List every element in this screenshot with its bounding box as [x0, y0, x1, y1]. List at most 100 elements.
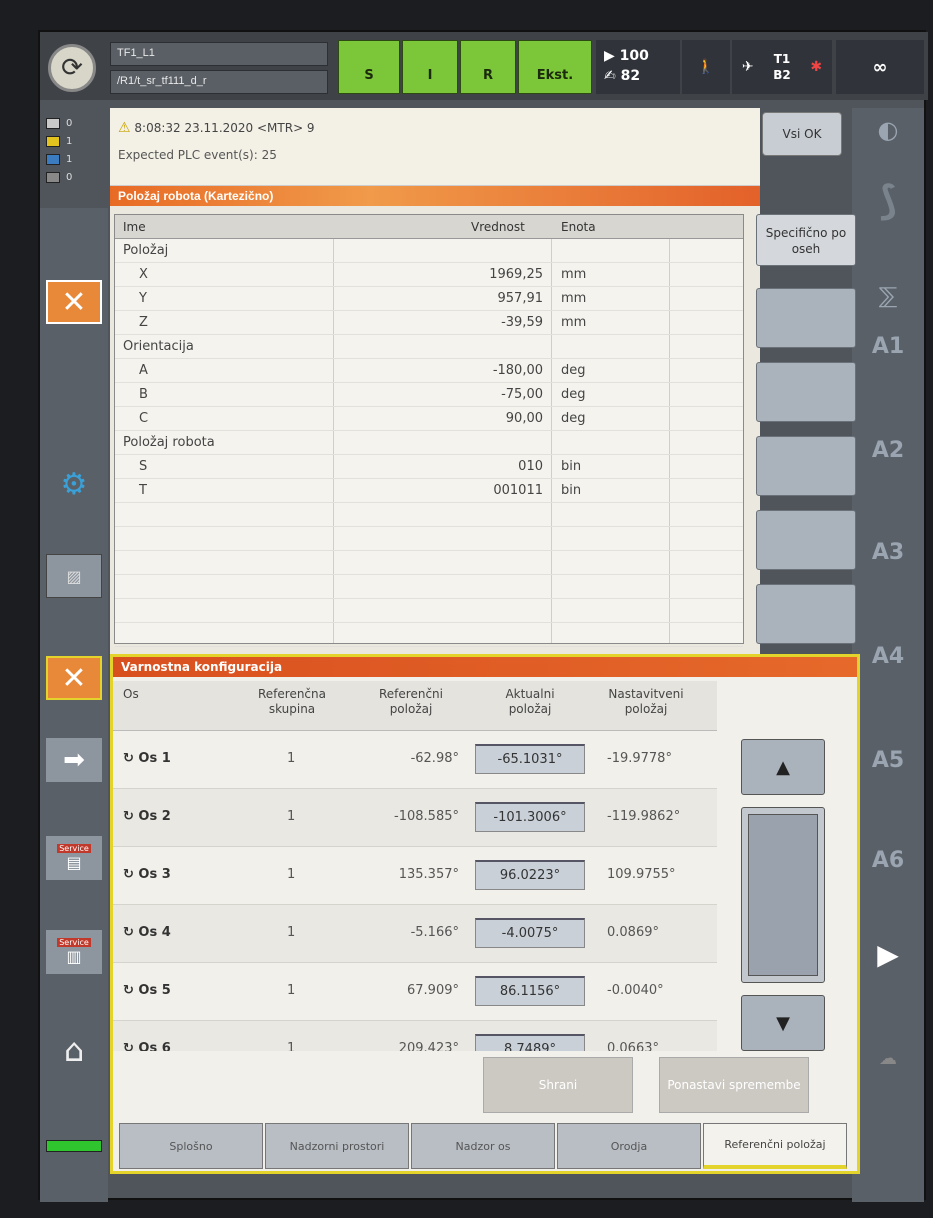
- table-row[interactable]: B -75,00 deg: [115, 383, 743, 407]
- tab-1[interactable]: Nadzorni prostori: [265, 1123, 409, 1169]
- counter-dialog[interactable]: 0: [46, 170, 102, 184]
- drives-button[interactable]: I: [402, 40, 458, 94]
- side-button-2[interactable]: [756, 288, 856, 348]
- ref-position: 67.909°: [407, 983, 459, 998]
- set-position: 109.9755°: [607, 867, 676, 882]
- side-button-5[interactable]: [756, 510, 856, 570]
- service-icon: ▥: [66, 947, 82, 966]
- settings-button[interactable]: ⚙: [46, 462, 102, 506]
- main-menu-button[interactable]: ⟳: [48, 44, 96, 92]
- axis-row[interactable]: ↻ Os 6 1 209.423° 8.7489° 0.0663°: [113, 1021, 717, 1051]
- header-value: Vrednost: [471, 220, 525, 234]
- cell-view-button[interactable]: ▨: [46, 554, 102, 598]
- side-button-6[interactable]: [756, 584, 856, 644]
- row-name: C: [139, 411, 149, 426]
- axis-label-a2: A2: [871, 438, 905, 463]
- table-row[interactable]: Z -39,59 mm: [115, 311, 743, 335]
- counter-wait[interactable]: 1: [46, 152, 102, 166]
- table-row[interactable]: A -180,00 deg: [115, 359, 743, 383]
- empty-row: [115, 575, 743, 599]
- close-safety-window-button[interactable]: ✕: [46, 656, 102, 700]
- actual-position-field[interactable]: -65.1031°: [475, 744, 585, 774]
- incremental-jog-button[interactable]: ∞: [836, 40, 924, 94]
- actual-position-field[interactable]: 96.0223°: [475, 860, 585, 890]
- message-window[interactable]: ⚠ 8:08:32 23.11.2020 <MTR> 9 Expected PL…: [110, 108, 760, 186]
- empty-row: [115, 599, 743, 623]
- tab-2[interactable]: Nadzor os: [411, 1123, 555, 1169]
- service-button-2[interactable]: Service ▥: [46, 930, 102, 974]
- submit-interpreter-button[interactable]: S: [338, 40, 400, 94]
- row-name: Z: [139, 315, 148, 330]
- row-value: -75,00: [501, 387, 543, 402]
- row-unit: mm: [561, 291, 587, 306]
- side-button-4[interactable]: [756, 436, 856, 496]
- coordinate-system-icon[interactable]: ⅀: [852, 284, 924, 309]
- tab-4[interactable]: Referenčni položaj: [703, 1123, 847, 1169]
- triangle-up-icon: ▲: [776, 756, 790, 778]
- axis-name: Os 1: [138, 751, 171, 766]
- scrollbar[interactable]: [741, 807, 825, 983]
- counter-acknowledge[interactable]: 0: [46, 116, 102, 130]
- counter-status[interactable]: 1: [46, 134, 102, 148]
- actual-position-field[interactable]: -4.0075°: [475, 918, 585, 948]
- scroll-down-button[interactable]: ▼: [741, 995, 825, 1051]
- empty-row: [115, 527, 743, 551]
- program-name-field[interactable]: TF1_L1: [110, 42, 328, 66]
- tool-base-button[interactable]: ✈ T1 B2 ✱: [732, 40, 832, 94]
- rotate-icon: ↻: [123, 751, 139, 766]
- play-arrow-icon[interactable]: ▶: [852, 938, 924, 971]
- close-icon: ✕: [61, 660, 87, 696]
- jog-keys-labels: ◐ ⟆ ⅀ A1 A2 A3 A4 A5 A6 ▶ ☁: [852, 108, 924, 1202]
- axis-row[interactable]: ↻ Os 4 1 -5.166° -4.0075° 0.0869°: [113, 905, 717, 963]
- rotate-icon: ↻: [123, 1041, 139, 1051]
- reset-changes-button[interactable]: Ponastavi spremembe: [659, 1057, 809, 1113]
- table-row[interactable]: T 001011 bin: [115, 479, 743, 503]
- axis-label-a1: A1: [871, 334, 905, 359]
- override-speed-button[interactable]: ▶ 100 ✍ 82: [596, 40, 680, 94]
- tab-0[interactable]: Splošno: [119, 1123, 263, 1169]
- triangle-down-icon: ▼: [776, 1012, 790, 1034]
- axis-label-a5: A5: [871, 748, 905, 773]
- actual-position-field[interactable]: 8.7489°: [475, 1034, 585, 1051]
- axis-row[interactable]: ↻ Os 1 1 -62.98° -65.1031° -19.9778°: [113, 731, 717, 789]
- table-row[interactable]: S 010 bin: [115, 455, 743, 479]
- table-header: Os Referenčna skupina Referenčni položaj…: [113, 681, 717, 731]
- row-unit: mm: [561, 315, 587, 330]
- table-row[interactable]: Položaj robota: [115, 431, 743, 455]
- robot-interpreter-button[interactable]: R: [460, 40, 516, 94]
- row-name: B: [139, 387, 148, 402]
- incremental-icon: ✱: [810, 59, 823, 75]
- scroll-thumb[interactable]: [748, 814, 818, 976]
- axis-row[interactable]: ↻ Os 3 1 135.357° 96.0223° 109.9755°: [113, 847, 717, 905]
- side-button-3[interactable]: [756, 362, 856, 422]
- row-unit: deg: [561, 363, 586, 378]
- tab-3[interactable]: Orodja: [557, 1123, 701, 1169]
- table-row[interactable]: Y 957,91 mm: [115, 287, 743, 311]
- table-row[interactable]: X 1969,25 mm: [115, 263, 743, 287]
- jog-mode-button[interactable]: 🚶: [682, 40, 730, 94]
- save-button[interactable]: Shrani: [483, 1057, 633, 1113]
- set-position: 0.0663°: [607, 1041, 659, 1051]
- axis-row[interactable]: ↻ Os 5 1 67.909° 86.1156° -0.0040°: [113, 963, 717, 1021]
- program-path-field[interactable]: /R1/t_sr_tf111_d_r: [110, 70, 328, 94]
- operating-mode-button[interactable]: Ekst.: [518, 40, 592, 94]
- scroll-up-button[interactable]: ▲: [741, 739, 825, 795]
- close-window-button[interactable]: ✕: [46, 280, 102, 324]
- set-position: 0.0869°: [607, 925, 659, 940]
- row-unit: deg: [561, 411, 586, 426]
- header-axis: Os: [123, 687, 139, 701]
- header-ref-group: Referenčna skupina: [257, 687, 326, 716]
- hand-icon: ✍: [604, 68, 616, 84]
- actual-position-field[interactable]: -101.3006°: [475, 802, 585, 832]
- next-arrow-button[interactable]: ➡: [46, 738, 102, 782]
- table-row[interactable]: Orientacija: [115, 335, 743, 359]
- home-button[interactable]: ⌂: [46, 1028, 102, 1072]
- table-row[interactable]: Položaj: [115, 239, 743, 263]
- axis-specific-button[interactable]: Specifično po oseh: [756, 214, 856, 266]
- left-toolbar: ✕ ⚙ ▨ ✕ ➡ Service ▤ Service ▥ ⌂: [40, 208, 108, 1202]
- service-button-1[interactable]: Service ▤: [46, 836, 102, 880]
- acknowledge-all-button[interactable]: Vsi OK: [762, 112, 842, 156]
- actual-position-field[interactable]: 86.1156°: [475, 976, 585, 1006]
- axis-row[interactable]: ↻ Os 2 1 -108.585° -101.3006° -119.9862°: [113, 789, 717, 847]
- table-row[interactable]: C 90,00 deg: [115, 407, 743, 431]
